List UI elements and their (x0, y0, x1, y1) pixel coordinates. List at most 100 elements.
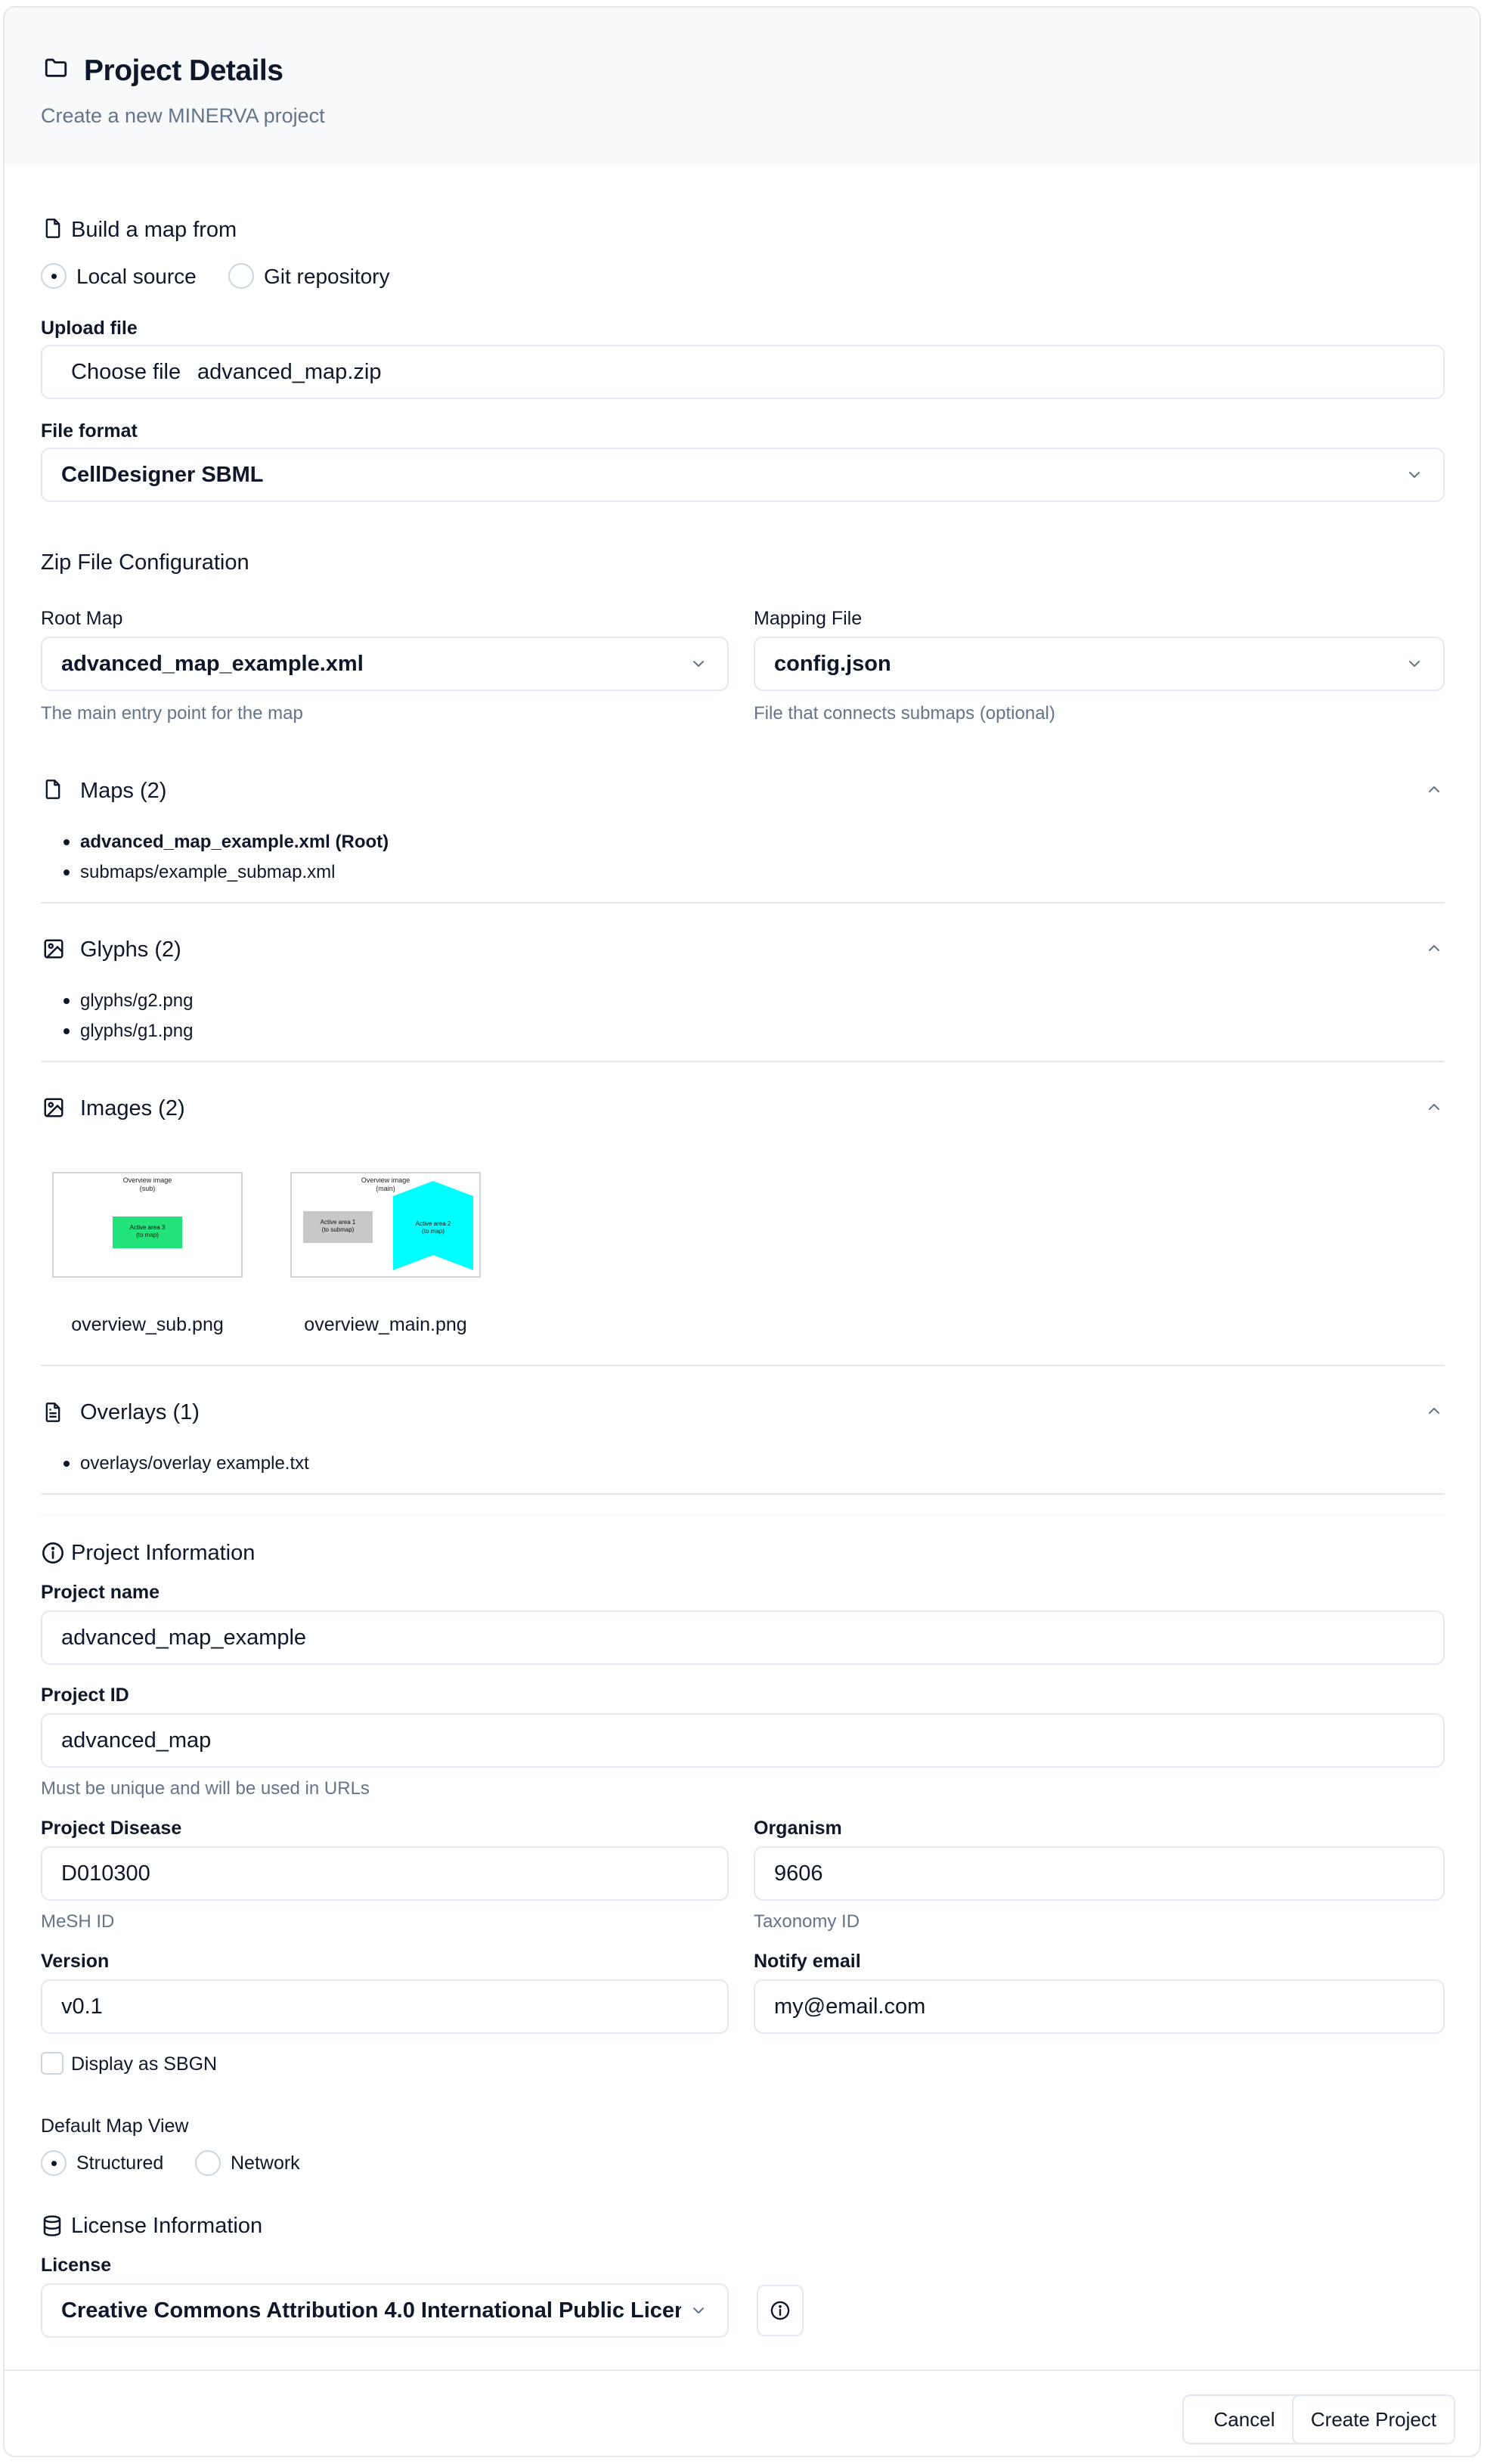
project-id-value: advanced_map (61, 1728, 212, 1753)
version-value: v0.1 (61, 1994, 103, 2019)
display-as-sbgn-label[interactable]: Display as SBGN (71, 2053, 217, 2075)
root-map-label: Root Map (41, 608, 123, 629)
mapping-file-select[interactable]: config.json (754, 637, 1445, 691)
info-icon (770, 2300, 791, 2321)
glyphs-list: glyphs/g2.png glyphs/g1.png (63, 986, 193, 1046)
chevron-down-icon (1405, 655, 1423, 673)
folder-icon (41, 54, 71, 80)
project-name-value: advanced_map_example (61, 1626, 307, 1650)
create-project-button[interactable]: Create Project (1292, 2394, 1455, 2444)
notify-email-value: my@email.com (774, 1994, 926, 2019)
list-item: advanced_map_example.xml (Root) (63, 827, 389, 857)
project-id-label: Project ID (41, 1685, 129, 1706)
maps-title: Maps (2) (80, 779, 167, 803)
zip-config-title: Zip File Configuration (41, 550, 249, 575)
image-caption: overview_sub.png (71, 1314, 224, 1335)
file-format-label: File format (41, 420, 138, 442)
organism-label: Organism (754, 1818, 842, 1839)
upload-file-input[interactable]: Choose file advanced_map.zip (41, 345, 1445, 399)
radio-network[interactable] (195, 2150, 221, 2176)
radio-git-repository-label[interactable]: Git repository (264, 265, 390, 289)
chevron-down-icon (689, 655, 708, 673)
file-icon (42, 777, 64, 801)
divider (41, 1365, 1445, 1366)
list-item: overlays/overlay example.txt (64, 1449, 309, 1479)
cancel-button[interactable]: Cancel (1182, 2394, 1306, 2444)
image-icon (42, 1096, 65, 1119)
project-name-label: Project name (41, 1582, 160, 1603)
thumb-title: Overview image (122, 1176, 172, 1184)
radio-local-source-label[interactable]: Local source (76, 265, 197, 289)
chevron-up-icon[interactable] (1425, 1402, 1443, 1420)
overlays-title: Overlays (1) (80, 1400, 200, 1424)
project-info-title: Project Information (71, 1541, 256, 1565)
list-item: glyphs/g2.png (63, 986, 193, 1016)
default-map-view-label: Default Map View (41, 2115, 189, 2137)
chevron-up-icon[interactable] (1425, 780, 1443, 798)
root-map-hint: The main entry point for the map (41, 703, 303, 724)
images-accordion-header[interactable]: Images (2) (41, 1087, 1445, 1130)
chevron-down-icon (1405, 466, 1423, 484)
organism-input[interactable]: 9606 (754, 1846, 1445, 1901)
thumb-subtitle: (sub) (139, 1185, 156, 1192)
image-thumbnail-overview-main[interactable]: Overview image (main) Active area 1 (to … (290, 1172, 481, 1278)
upload-file-label: Upload file (41, 318, 138, 339)
mapping-file-hint: File that connects submaps (optional) (754, 703, 1055, 724)
image-caption: overview_main.png (304, 1314, 467, 1335)
chevron-down-icon (689, 2301, 708, 2320)
overlays-list: overlays/overlay example.txt (64, 1449, 309, 1479)
divider (41, 1514, 1445, 1515)
radio-structured-label[interactable]: Structured (76, 2153, 163, 2174)
chevron-up-icon[interactable] (1425, 1098, 1443, 1116)
file-icon (42, 216, 64, 240)
image-icon (42, 938, 65, 960)
active-area-sub: (to submap) (321, 1226, 355, 1233)
page-subtitle: Create a new MINERVA project (41, 104, 325, 127)
chevron-up-icon[interactable] (1425, 939, 1443, 957)
project-disease-label: Project Disease (41, 1818, 182, 1839)
license-info-title: License Information (71, 2214, 263, 2238)
project-disease-hint: MeSH ID (41, 1911, 115, 1932)
project-disease-input[interactable]: D010300 (41, 1846, 729, 1901)
list-item: submaps/example_submap.xml (63, 857, 389, 888)
divider (41, 1061, 1445, 1062)
root-map-value: advanced_map_example.xml (61, 652, 364, 676)
active-area: Active area 3 (to map) (113, 1217, 182, 1248)
active-area-sub: (to map) (422, 1228, 445, 1235)
license-info-button[interactable] (757, 2285, 804, 2336)
choose-file-button[interactable]: Choose file (71, 346, 181, 398)
project-name-input[interactable]: advanced_map_example (41, 1610, 1445, 1665)
project-id-input[interactable]: advanced_map (41, 1713, 1445, 1768)
license-select[interactable]: Creative Commons Attribution 4.0 Interna… (41, 2283, 729, 2338)
image-thumbnail-overview-sub[interactable]: Overview image (sub) Active area 3 (to m… (52, 1172, 243, 1278)
active-area-label: Active area 1 (320, 1219, 356, 1226)
uploaded-file-name: advanced_map.zip (197, 360, 382, 384)
active-area-label: Active area 2 (415, 1220, 451, 1227)
license-value: Creative Commons Attribution 4.0 Interna… (61, 2298, 681, 2323)
file-format-select[interactable]: CellDesigner SBML (41, 448, 1445, 502)
organism-value: 9606 (774, 1861, 823, 1886)
active-area-label: Active area 3 (129, 1224, 166, 1231)
divider (41, 902, 1445, 903)
notify-email-input[interactable]: my@email.com (754, 1979, 1445, 2034)
glyphs-accordion-header[interactable]: Glyphs (2) (41, 928, 1445, 971)
organism-hint: Taxonomy ID (754, 1911, 860, 1932)
maps-accordion-header[interactable]: Maps (2) (41, 770, 1445, 812)
divider (41, 1493, 1445, 1495)
version-input[interactable]: v0.1 (41, 1979, 729, 2034)
file-format-value: CellDesigner SBML (61, 463, 264, 487)
active-area-sub: (to map) (136, 1232, 159, 1238)
display-as-sbgn-checkbox[interactable] (41, 2052, 64, 2075)
radio-structured[interactable] (41, 2150, 67, 2176)
info-icon (41, 1541, 65, 1565)
active-area: Active area 1 (to submap) (303, 1211, 373, 1243)
root-map-select[interactable]: advanced_map_example.xml (41, 637, 729, 691)
radio-local-source[interactable] (41, 263, 67, 289)
notify-email-label: Notify email (754, 1951, 861, 1972)
radio-git-repository[interactable] (228, 263, 254, 289)
document-text-icon (42, 1400, 64, 1424)
overlays-accordion-header[interactable]: Overlays (1) (41, 1391, 1445, 1433)
license-label: License (41, 2255, 112, 2276)
card-header: Project Details Create a new MINERVA pro… (5, 8, 1479, 164)
radio-network-label[interactable]: Network (231, 2153, 300, 2174)
